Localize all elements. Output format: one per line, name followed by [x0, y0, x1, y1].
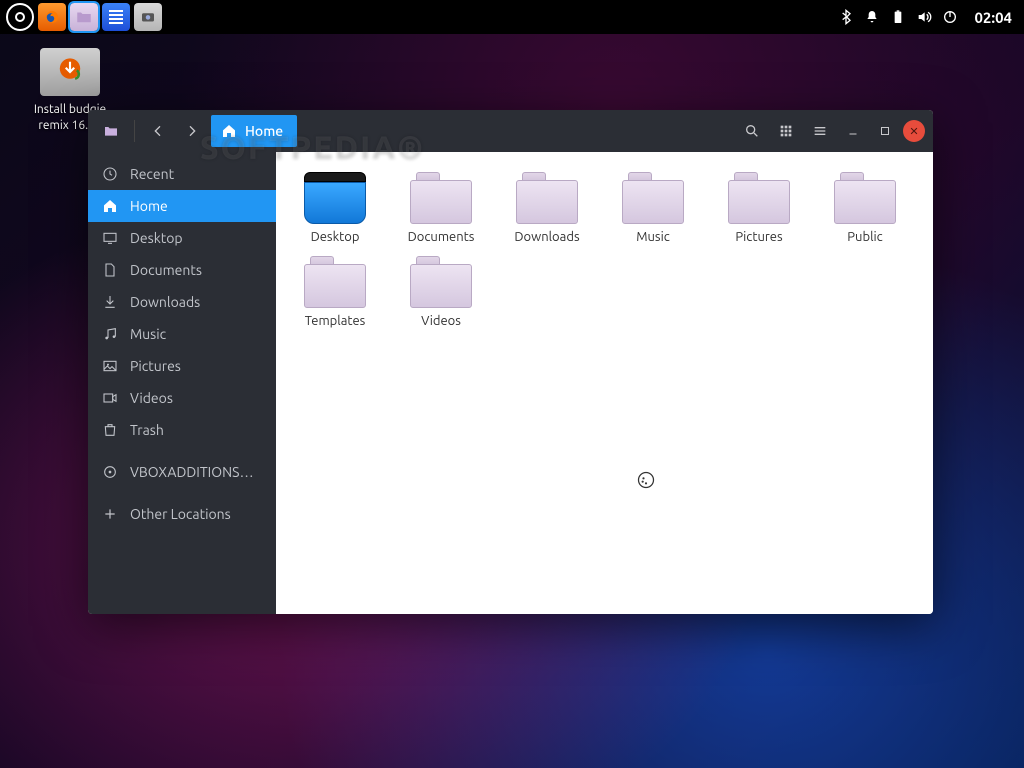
- sidebar-item-videos[interactable]: Videos: [88, 382, 276, 414]
- sidebar-item-label: Downloads: [130, 294, 200, 310]
- sidebar-item-music[interactable]: Music: [88, 318, 276, 350]
- folder-label: Public: [847, 230, 882, 244]
- maximize-button[interactable]: [871, 117, 899, 145]
- titlebar[interactable]: Home: [88, 110, 933, 152]
- folder-label: Desktop: [311, 230, 360, 244]
- sidebar: Recent Home Desktop Documents Downloads Music…: [88, 152, 276, 614]
- minimize-button[interactable]: [839, 117, 867, 145]
- volume-icon[interactable]: [916, 9, 932, 25]
- folder-documents[interactable]: Documents: [392, 168, 490, 248]
- sidebar-item-label: Documents: [130, 262, 202, 278]
- sidebar-item-label: Videos: [130, 390, 173, 406]
- clock[interactable]: 02:04: [968, 9, 1018, 26]
- sidebar-item-label: Pictures: [130, 358, 181, 374]
- battery-icon[interactable]: [890, 9, 906, 25]
- sidebar-item-trash[interactable]: Trash: [88, 414, 276, 446]
- taskbar-screenshot-icon[interactable]: [134, 3, 162, 31]
- file-manager-window: Home Recent Home Desktop Documents Downloads…: [88, 110, 933, 614]
- folder-music[interactable]: Music: [604, 168, 702, 248]
- back-button[interactable]: [143, 116, 173, 146]
- sidebar-item-downloads[interactable]: Downloads: [88, 286, 276, 318]
- folder-label: Music: [636, 230, 670, 244]
- top-panel: 02:04: [0, 0, 1024, 34]
- sidebar-item-label: Recent: [130, 166, 174, 182]
- folder-desktop[interactable]: Desktop: [286, 168, 384, 248]
- folder-public[interactable]: Public: [816, 168, 914, 248]
- path-label: Home: [245, 123, 283, 139]
- app-menu-button[interactable]: [6, 3, 34, 31]
- sidebar-item-other[interactable]: Other Locations: [88, 498, 276, 530]
- folder-label: Downloads: [514, 230, 579, 244]
- sidebar-item-label: VBOXADDITIONS…: [130, 464, 254, 480]
- folder-videos[interactable]: Videos: [392, 252, 490, 332]
- path-home-button[interactable]: Home: [211, 115, 297, 147]
- sidebar-item-label: Trash: [130, 422, 164, 438]
- folder-templates[interactable]: Templates: [286, 252, 384, 332]
- forward-button[interactable]: [177, 116, 207, 146]
- folder-label: Videos: [421, 314, 461, 328]
- folder-content-area[interactable]: Desktop Documents Downloads Music Pictures Pu…: [276, 152, 933, 614]
- files-app-icon: [96, 116, 126, 146]
- sidebar-item-recent[interactable]: Recent: [88, 158, 276, 190]
- sidebar-item-home[interactable]: Home: [88, 190, 276, 222]
- close-button[interactable]: [903, 120, 925, 142]
- view-grid-button[interactable]: [771, 116, 801, 146]
- taskbar-firefox-icon[interactable]: [38, 3, 66, 31]
- sidebar-item-pictures[interactable]: Pictures: [88, 350, 276, 382]
- search-button[interactable]: [737, 116, 767, 146]
- sidebar-item-label: Music: [130, 326, 166, 342]
- sidebar-item-label: Home: [130, 198, 168, 214]
- notifications-icon[interactable]: [864, 9, 880, 25]
- folder-downloads[interactable]: Downloads: [498, 168, 596, 248]
- taskbar-texteditor-icon[interactable]: [102, 3, 130, 31]
- sidebar-item-disc[interactable]: VBOXADDITIONS…: [88, 456, 276, 488]
- hamburger-menu-button[interactable]: [805, 116, 835, 146]
- bluetooth-icon[interactable]: [838, 9, 854, 25]
- folder-label: Templates: [305, 314, 366, 328]
- folder-label: Pictures: [735, 230, 782, 244]
- sidebar-item-label: Other Locations: [130, 506, 231, 522]
- sidebar-item-label: Desktop: [130, 230, 183, 246]
- power-icon[interactable]: [942, 9, 958, 25]
- folder-pictures[interactable]: Pictures: [710, 168, 808, 248]
- folder-label: Documents: [408, 230, 475, 244]
- sidebar-item-desktop[interactable]: Desktop: [88, 222, 276, 254]
- taskbar-files-icon[interactable]: [70, 3, 98, 31]
- sidebar-item-documents[interactable]: Documents: [88, 254, 276, 286]
